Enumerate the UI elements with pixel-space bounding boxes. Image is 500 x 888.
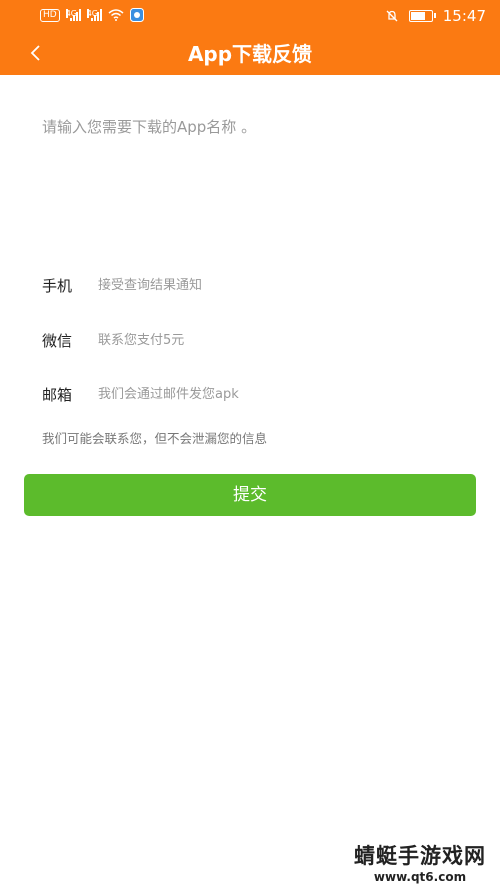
watermark-url: www.qt6.com <box>373 870 467 884</box>
signal-icon: 4G <box>86 9 102 21</box>
app-name-input[interactable] <box>26 108 474 248</box>
phone-label: 手机 <box>42 276 73 295</box>
email-label: 邮箱 <box>42 385 73 404</box>
privacy-notice: 我们可能会联系您，但不会泄漏您的信息 <box>42 431 268 446</box>
submit-button[interactable]: 提交 <box>24 474 476 516</box>
status-time: 15:47 <box>442 7 486 25</box>
phone-input[interactable] <box>96 276 462 294</box>
app-notification-icon <box>129 8 144 22</box>
watermark-name: 蜻蜓手游戏网 <box>354 844 486 868</box>
signal-network-label: 4G <box>65 9 77 18</box>
status-bar: HD 4G 4G 15:47 <box>0 0 500 32</box>
email-input[interactable] <box>96 385 462 403</box>
watermark: 蜻蜓手游戏网 www.qt6.com <box>354 840 486 884</box>
signal-icon: 4G <box>65 9 81 21</box>
status-right: 15:47 <box>385 7 486 25</box>
top-bar: HD 4G 4G 15:47 App下载反馈 <box>0 0 500 75</box>
wechat-input[interactable] <box>96 331 462 349</box>
wechat-label: 微信 <box>42 331 73 350</box>
status-left: HD 4G 4G <box>40 8 144 22</box>
phone-row: 手机 <box>42 270 462 300</box>
page-title: App下载反馈 <box>187 42 313 66</box>
battery-icon <box>408 10 436 22</box>
wechat-row: 微信 <box>42 325 462 355</box>
app-name-textarea-container <box>26 108 474 248</box>
hd-badge: HD <box>40 8 60 22</box>
wifi-icon <box>108 9 124 21</box>
signal-network-label: 4G <box>86 9 98 18</box>
mute-icon <box>386 10 398 22</box>
email-row: 邮箱 <box>42 379 462 409</box>
